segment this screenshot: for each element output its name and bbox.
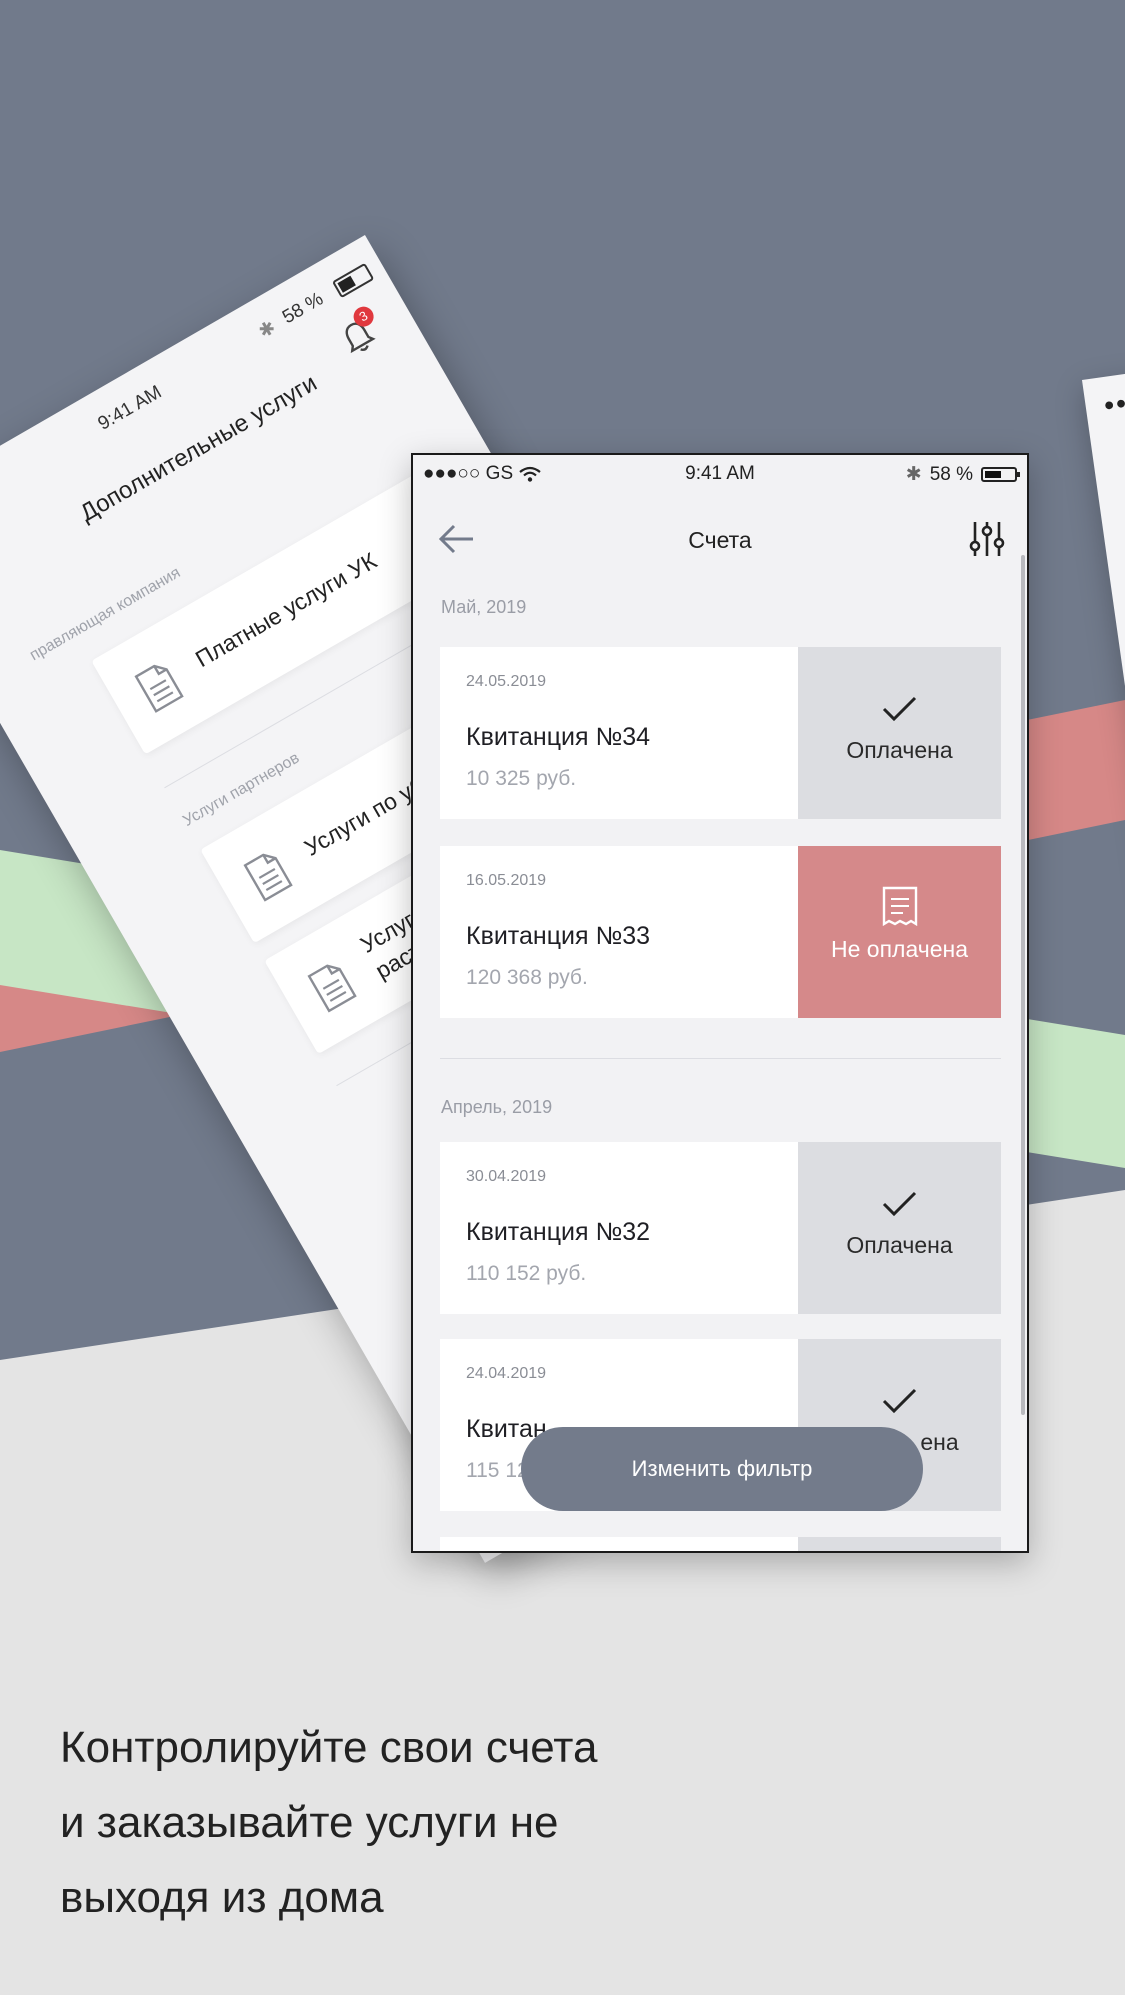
status-right: ✱ 58 % [905,463,1020,486]
invoice-name: Квитанция №32 [466,1218,651,1246]
invoice-card-partial[interactable] [440,1537,1001,1551]
invoice-date: 24.05.2019 [466,673,547,690]
scrollbar[interactable] [1021,555,1025,1415]
back-battery-percent: 58 % [278,288,327,329]
page-title: Счета [688,527,752,553]
month-header: Апрель, 2019 [441,1097,553,1117]
back-page-title: Дополнительные услуги [75,369,322,528]
promo-caption: Контролируйте свои счета и заказывайте у… [60,1710,960,1935]
invoice-sum: 110 152 руб. [466,1262,587,1285]
document-icon [134,664,184,713]
status-label: Оплачена [846,1232,953,1258]
status-paid: Оплачена [798,647,1001,819]
battery-icon [331,262,375,299]
invoice-card[interactable]: 30.04.2019 Квитанция №32 110 152 руб. Оп… [440,1142,1001,1314]
caption-line-2: и заказывайте услуги не [60,1798,559,1847]
status-paid: Оплачена [798,1142,1001,1314]
bluetooth-icon: ✱ [255,316,280,344]
invoice-name: Квитанция №33 [466,922,651,950]
check-icon [882,1191,917,1217]
document-icon [243,853,293,902]
sliders-icon[interactable] [969,519,1005,559]
back-status-time: 9:41 AM [94,381,166,435]
change-filter-button[interactable]: Изменить фильтр [521,1427,923,1511]
signal-dots: ●●● [1102,390,1125,416]
check-icon [882,696,917,722]
receipt-icon [882,886,918,926]
invoice-date: 30.04.2019 [466,1168,547,1185]
document-icon [307,964,357,1013]
caption-line-3: выходя из дома [60,1873,384,1922]
invoice-sum: 10 325 руб. [466,767,577,790]
invoice-date: 24.04.2019 [466,1365,547,1382]
battery-icon [981,467,1020,482]
invoice-card[interactable]: 16.05.2019 Квитанция №33 120 368 руб. Не… [440,846,1001,1018]
invoice-name: Квитанция №34 [466,723,651,751]
status-label: Не оплачена [830,936,968,962]
invoices-phone-screen: ●●●○○ GS 9:41 AM ✱ 58 % Счета Май, 2019 … [411,453,1029,1553]
status-paid [798,1537,1001,1551]
status-unpaid[interactable]: Не оплачена [798,846,1001,1018]
battery-percent: 58 % [929,463,973,485]
invoice-sum: 120 368 руб. [466,966,588,989]
nav-bar: Счета [413,511,1027,571]
bluetooth-icon: ✱ [905,464,922,485]
check-icon [882,1388,917,1414]
service-label: Платные услуги УК [190,547,382,673]
invoice-sum: 115 12 [466,1459,529,1482]
invoice-date: 16.05.2019 [466,872,547,889]
status-label: Оплачена [846,737,953,763]
month-header: Май, 2019 [441,597,527,617]
caption-line-1: Контролируйте свои счета [60,1723,598,1772]
invoice-card[interactable]: 24.05.2019 Квитанция №34 10 325 руб. Опл… [440,647,1001,819]
status-bar: ●●●○○ GS 9:41 AM ✱ 58 % [413,455,1027,491]
group-divider [440,1058,1001,1059]
